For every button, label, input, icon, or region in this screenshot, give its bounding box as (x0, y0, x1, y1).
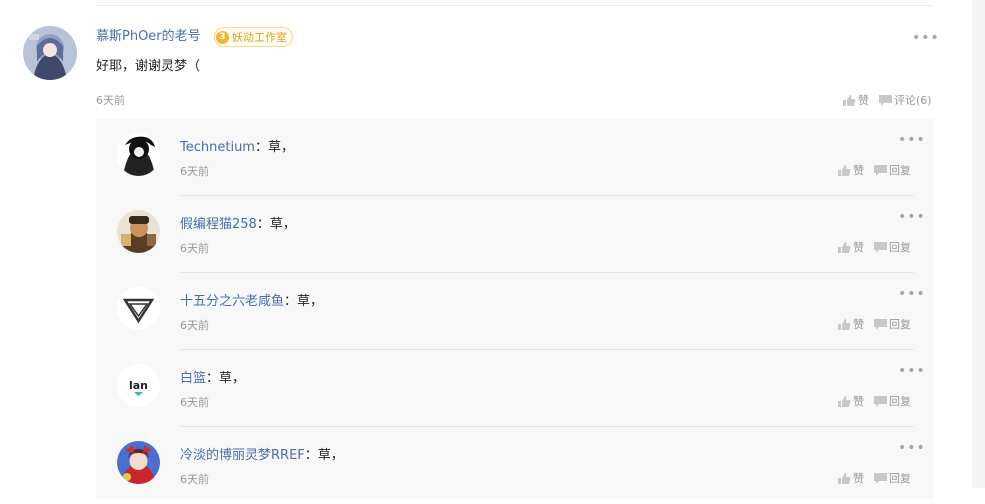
reply-username[interactable]: 冷淡的博丽灵梦RREF (180, 448, 305, 463)
reply-avatar[interactable] (117, 133, 160, 176)
thumbs-up-icon (838, 164, 851, 176)
page-scrollbar[interactable] (972, 0, 985, 488)
reply-line: 冷淡的博丽灵梦RREF：草， (180, 444, 344, 463)
comment-bubble-icon (874, 395, 887, 407)
reply-avatar[interactable] (117, 441, 160, 484)
reply-line: 白篮：草， (180, 367, 245, 386)
reply-username[interactable]: 十五分之六老咸鱼 (180, 294, 284, 309)
reply-avatar[interactable]: lan (117, 364, 160, 407)
comment-bubble-icon (874, 472, 887, 484)
reply-reply-label: 回复 (889, 395, 911, 408)
reply-like-label: 赞 (853, 318, 864, 331)
reply-avatar[interactable] (117, 287, 160, 330)
reply-username[interactable]: 白篮 (180, 371, 206, 386)
author-avatar[interactable] (23, 26, 77, 80)
reply-content: ：草， (284, 294, 324, 309)
comment-like-label: 赞 (858, 94, 869, 107)
badge-level-icon: 3 (216, 30, 229, 44)
reply-like-button[interactable]: 赞 (838, 470, 864, 486)
reply-like-button[interactable]: 赞 (838, 162, 864, 178)
reply-line: 十五分之六老咸鱼：草， (180, 290, 323, 309)
comment-bubble-icon (879, 94, 892, 106)
thumbs-up-icon (838, 395, 851, 407)
reply-like-label: 赞 (853, 164, 864, 177)
reply-more-icon[interactable]: ••• (898, 287, 926, 301)
reply-time: 6天前 (180, 165, 209, 178)
comment-bubble-icon (874, 318, 887, 330)
reply-like-label: 赞 (853, 472, 864, 485)
reply-reply-label: 回复 (889, 472, 911, 485)
reply-line: 假编程猫258：草， (180, 213, 296, 232)
thumbs-up-icon (838, 472, 851, 484)
reply-reply-label: 回复 (889, 318, 911, 331)
reply-like-button[interactable]: 赞 (838, 316, 864, 332)
comment-like-button[interactable]: 赞 (843, 92, 869, 108)
thumbs-up-icon (838, 318, 851, 330)
reply-item: lan 白篮：草， 6天前 ••• 赞 回复 (96, 350, 934, 427)
reply-more-icon[interactable]: ••• (898, 210, 926, 224)
reply-line: Technetium：草， (180, 136, 294, 155)
reply-time: 6天前 (180, 396, 209, 409)
reply-content: ：草， (304, 448, 344, 463)
reply-time: 6天前 (180, 242, 209, 255)
reply-content: ：草， (256, 217, 296, 232)
reply-reply-button[interactable]: 回复 (874, 162, 911, 178)
reply-like-label: 赞 (853, 241, 864, 254)
reply-username[interactable]: 假编程猫258 (180, 217, 257, 232)
author-name[interactable]: 慕斯PhOer的老号 (96, 29, 201, 45)
reply-more-icon[interactable]: ••• (898, 441, 926, 455)
reply-time: 6天前 (180, 319, 209, 332)
comment-time: 6天前 (96, 94, 125, 107)
reply-item: 冷淡的博丽灵梦RREF：草， 6天前 ••• 赞 回复 (96, 427, 934, 504)
thumbs-up-icon (838, 241, 851, 253)
top-divider (96, 5, 932, 6)
reply-reply-button[interactable]: 回复 (874, 393, 911, 409)
avatar-logo-text: lan (129, 379, 148, 392)
reply-item: 假编程猫258：草， 6天前 ••• 赞 回复 (96, 196, 934, 273)
reply-username[interactable]: Technetium (180, 140, 255, 155)
comment-count-label: 评论(6) (894, 94, 932, 107)
reply-like-label: 赞 (853, 395, 864, 408)
comment-text: 好耶，谢谢灵梦（ (96, 59, 201, 74)
comment-more-icon[interactable]: ••• (912, 31, 940, 45)
reply-content: ：草， (206, 371, 246, 386)
reply-reply-button[interactable]: 回复 (874, 470, 911, 486)
reply-like-button[interactable]: 赞 (838, 393, 864, 409)
reply-like-button[interactable]: 赞 (838, 239, 864, 255)
comment-reply-count-button[interactable]: 评论(6) (879, 92, 932, 108)
thumbs-up-icon (843, 94, 856, 106)
reply-item: Technetium：草， 6天前 ••• 赞 回复 (96, 119, 934, 196)
reply-time: 6天前 (180, 473, 209, 486)
reply-content: ：草， (254, 140, 294, 155)
comment-bubble-icon (874, 241, 887, 253)
reply-reply-button[interactable]: 回复 (874, 239, 911, 255)
reply-item: 十五分之六老咸鱼：草， 6天前 ••• 赞 回复 (96, 273, 934, 350)
reply-reply-label: 回复 (889, 241, 911, 254)
reply-reply-label: 回复 (889, 164, 911, 177)
reply-reply-button[interactable]: 回复 (874, 316, 911, 332)
badge-label: 妖动工作室 (232, 31, 287, 44)
level-badge[interactable]: 3 妖动工作室 (214, 27, 293, 47)
comment-bubble-icon (874, 164, 887, 176)
reply-list: Technetium：草， 6天前 ••• 赞 回复 假编程猫258：草， 6天… (96, 119, 934, 499)
reply-more-icon[interactable]: ••• (898, 364, 926, 378)
reply-more-icon[interactable]: ••• (898, 133, 926, 147)
reply-avatar[interactable] (117, 210, 160, 253)
